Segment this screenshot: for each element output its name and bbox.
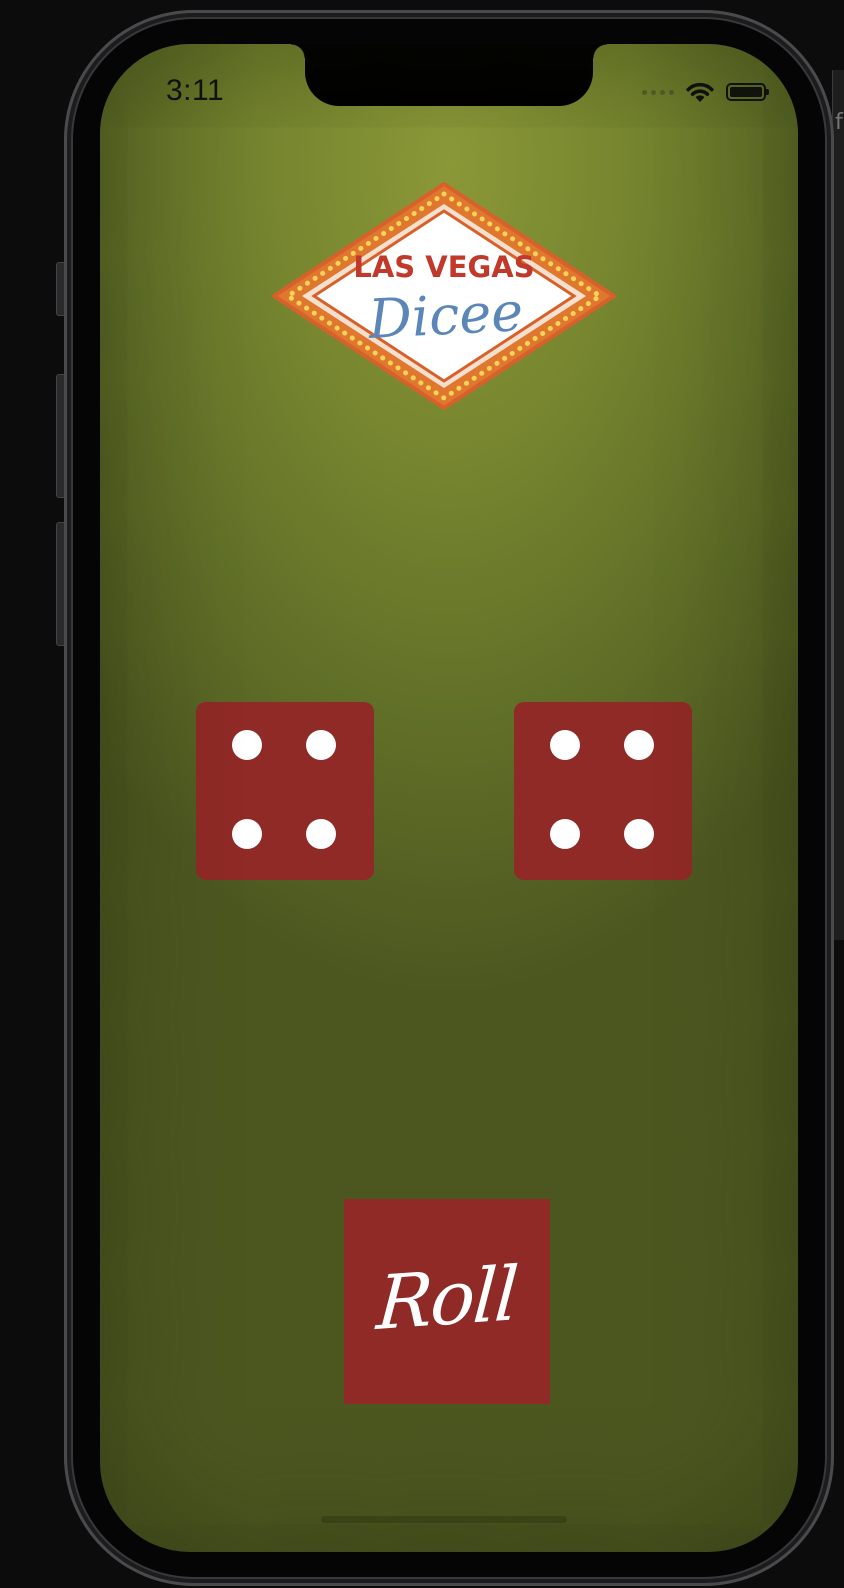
logo-line2: Dicee	[366, 280, 525, 351]
die-pip	[306, 730, 336, 760]
die-right	[514, 702, 692, 880]
cellular-signal-icon	[642, 89, 674, 95]
logo-line1: LAS VEGAS	[353, 250, 534, 284]
die-pip	[550, 819, 580, 849]
status-time: 3:11	[166, 74, 225, 107]
home-indicator[interactable]	[321, 1516, 567, 1523]
die-pip	[306, 819, 336, 849]
die-pip	[232, 730, 262, 760]
app-screen: 3:11 LAS VEGAS Dicee Roll	[100, 44, 798, 1552]
die-pip	[624, 819, 654, 849]
letter-f-glyph: f	[835, 110, 843, 135]
roll-button[interactable]: Roll	[344, 1199, 550, 1404]
roll-button-label: Roll	[374, 1250, 520, 1347]
die-pip	[232, 819, 262, 849]
wifi-icon	[686, 82, 714, 102]
status-icons	[642, 80, 769, 104]
die-pip	[550, 730, 580, 760]
battery-icon	[726, 83, 769, 101]
die-left	[196, 702, 374, 880]
die-pip	[624, 730, 654, 760]
las-vegas-dicee-logo: LAS VEGAS Dicee	[272, 182, 616, 410]
notch	[291, 44, 607, 106]
